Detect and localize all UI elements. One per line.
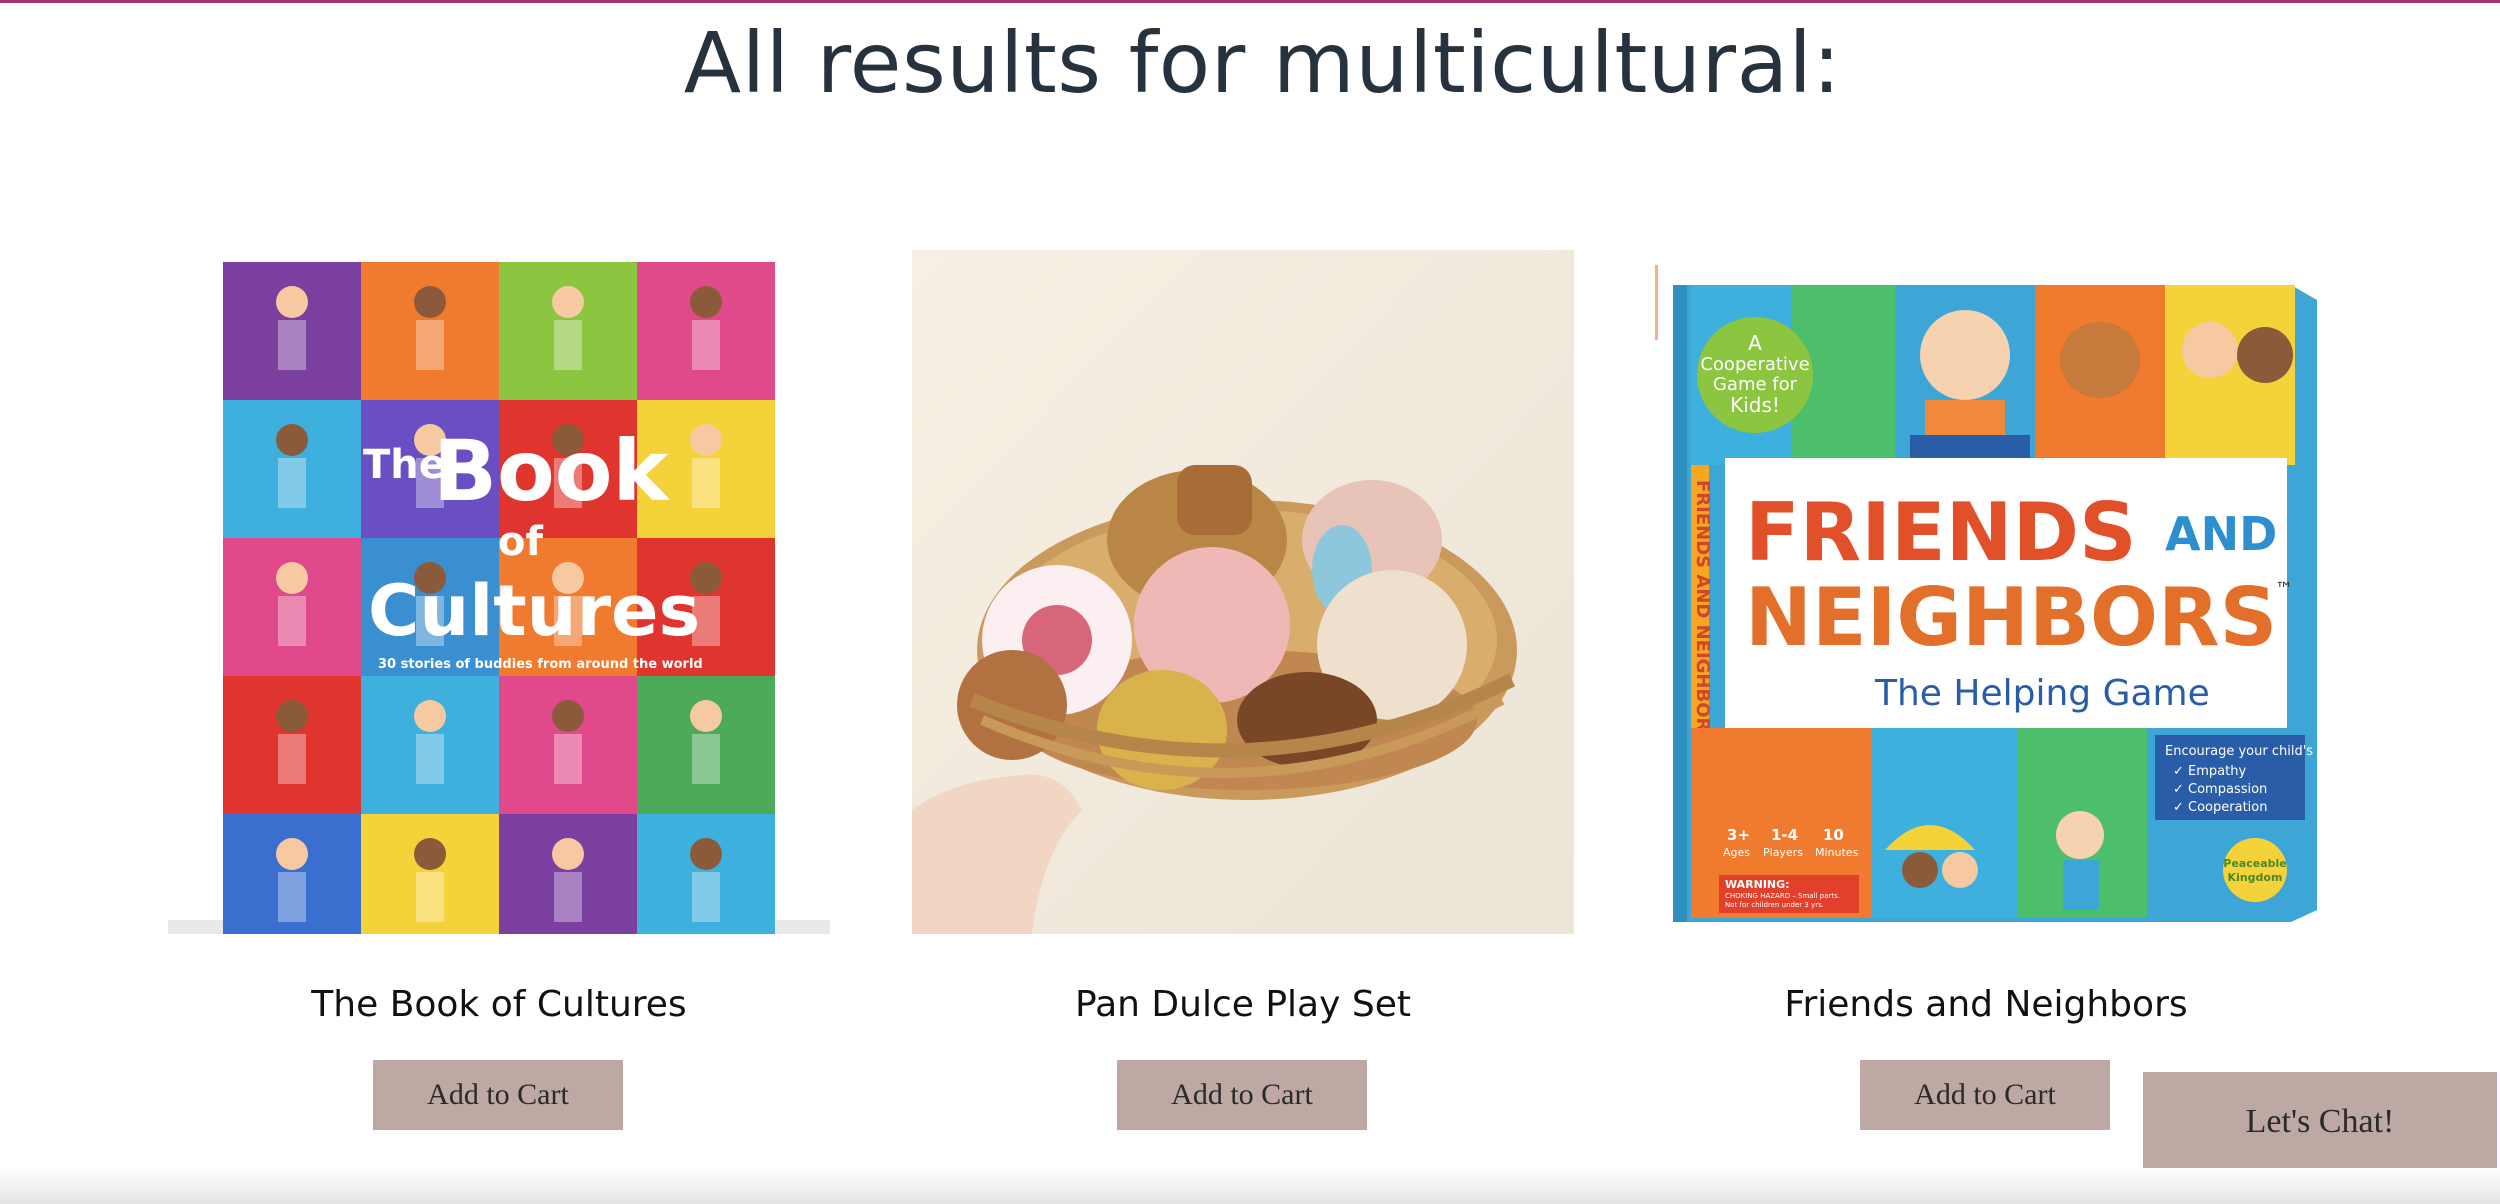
product-image-friends-and-neighbors[interactable]: A Cooperative Game for Kids! FRIENDS AND… xyxy=(1655,250,2317,934)
product-image-pan-dulce[interactable] xyxy=(912,250,1574,934)
warning-text-2: Not for children under 3 yrs. xyxy=(1725,901,1824,909)
brand-line-1: Peaceable xyxy=(2223,857,2286,870)
cover-child-figure xyxy=(414,700,446,732)
cover-child-body xyxy=(278,458,306,508)
cover-child-figure xyxy=(690,700,722,732)
encourage-empathy: ✓ Empathy xyxy=(2173,764,2246,779)
product-title[interactable]: Friends and Neighbors xyxy=(1655,975,2317,1035)
cover-child-figure xyxy=(276,562,308,594)
page-title: All results for multicultural: xyxy=(683,14,1842,112)
badge-line-1: A xyxy=(1748,331,1762,355)
cover-child-figure xyxy=(690,424,722,456)
cover-child-body xyxy=(416,872,444,922)
cover-child-figure xyxy=(552,700,584,732)
ages-value: 3+ xyxy=(1727,826,1750,844)
encourage-compassion: ✓ Compassion xyxy=(2173,782,2267,797)
players-label: Players xyxy=(1763,846,1803,859)
encourage-cooperation: ✓ Cooperation xyxy=(2173,800,2267,815)
product-title[interactable]: The Book of Cultures xyxy=(168,975,830,1035)
add-to-cart-button[interactable]: Add to Cart xyxy=(1860,1060,2110,1130)
window-bottom-edge xyxy=(0,1168,2500,1204)
box-title-and: AND xyxy=(2165,507,2277,561)
cover-child-figure xyxy=(552,838,584,870)
cover-child-body xyxy=(278,734,306,784)
cover-child-body xyxy=(692,320,720,370)
minutes-value: 10 xyxy=(1823,826,1844,844)
cover-child-figure xyxy=(276,286,308,318)
warning-text: CHOKING HAZARD – Small parts. xyxy=(1725,892,1840,900)
box-title-friends: FRIENDS xyxy=(1745,486,2137,579)
cover-child-body xyxy=(416,320,444,370)
cover-child-body xyxy=(416,734,444,784)
cover-child-body xyxy=(692,458,720,508)
lets-chat-button[interactable]: Let's Chat! xyxy=(2143,1072,2497,1172)
minutes-label: Minutes xyxy=(1815,846,1859,859)
cover-child-body xyxy=(554,734,582,784)
box-trademark: ™ xyxy=(2275,579,2293,600)
cover-child-body xyxy=(692,872,720,922)
cover-child-figure xyxy=(276,424,308,456)
top-accent-bar xyxy=(0,0,2500,3)
pan-dulce-basket-photo xyxy=(912,250,1574,934)
game-box-illustration: A Cooperative Game for Kids! FRIENDS AND… xyxy=(1655,250,2317,934)
cover-word-cultures: Cultures xyxy=(368,570,700,652)
box-subtitle: The Helping Game xyxy=(1874,673,2210,714)
book-cover-illustration: The Book of Cultures 30 stories of buddi… xyxy=(168,250,830,934)
cover-child-figure xyxy=(690,838,722,870)
encourage-heading: Encourage your child's xyxy=(2165,744,2313,759)
box-spine-text: FRIENDS AND NEIGHBORS xyxy=(1692,480,1713,744)
cover-child-body xyxy=(278,320,306,370)
product-image-book-of-cultures[interactable]: The Book of Cultures 30 stories of buddi… xyxy=(168,250,830,934)
cover-child-body xyxy=(278,872,306,922)
badge-line-3: Game for xyxy=(1713,374,1798,395)
add-to-cart-button[interactable]: Add to Cart xyxy=(373,1060,623,1130)
cover-child-figure xyxy=(552,286,584,318)
product-title[interactable]: Pan Dulce Play Set xyxy=(912,975,1574,1035)
cover-child-figure xyxy=(276,700,308,732)
warning-label: WARNING: xyxy=(1725,878,1790,891)
cover-child-figure xyxy=(414,838,446,870)
cover-child-body xyxy=(692,734,720,784)
ages-label: Ages xyxy=(1723,846,1750,859)
badge-line-4: Kids! xyxy=(1730,393,1780,417)
cover-word-of: of xyxy=(498,519,543,565)
cover-word-book: Book xyxy=(433,422,670,520)
cover-child-figure xyxy=(414,286,446,318)
players-value: 1-4 xyxy=(1771,826,1798,844)
box-title-neighbors: NEIGHBORS xyxy=(1745,571,2277,664)
cover-child-figure xyxy=(276,838,308,870)
cover-child-body xyxy=(554,320,582,370)
cover-child-body xyxy=(278,596,306,646)
badge-line-2: Cooperative xyxy=(1700,354,1809,375)
cover-child-body xyxy=(554,872,582,922)
cover-subtitle: 30 stories of buddies from around the wo… xyxy=(378,657,703,672)
add-to-cart-button[interactable]: Add to Cart xyxy=(1117,1060,1367,1130)
cover-child-figure xyxy=(690,286,722,318)
brand-line-2: Kingdom xyxy=(2228,871,2283,884)
